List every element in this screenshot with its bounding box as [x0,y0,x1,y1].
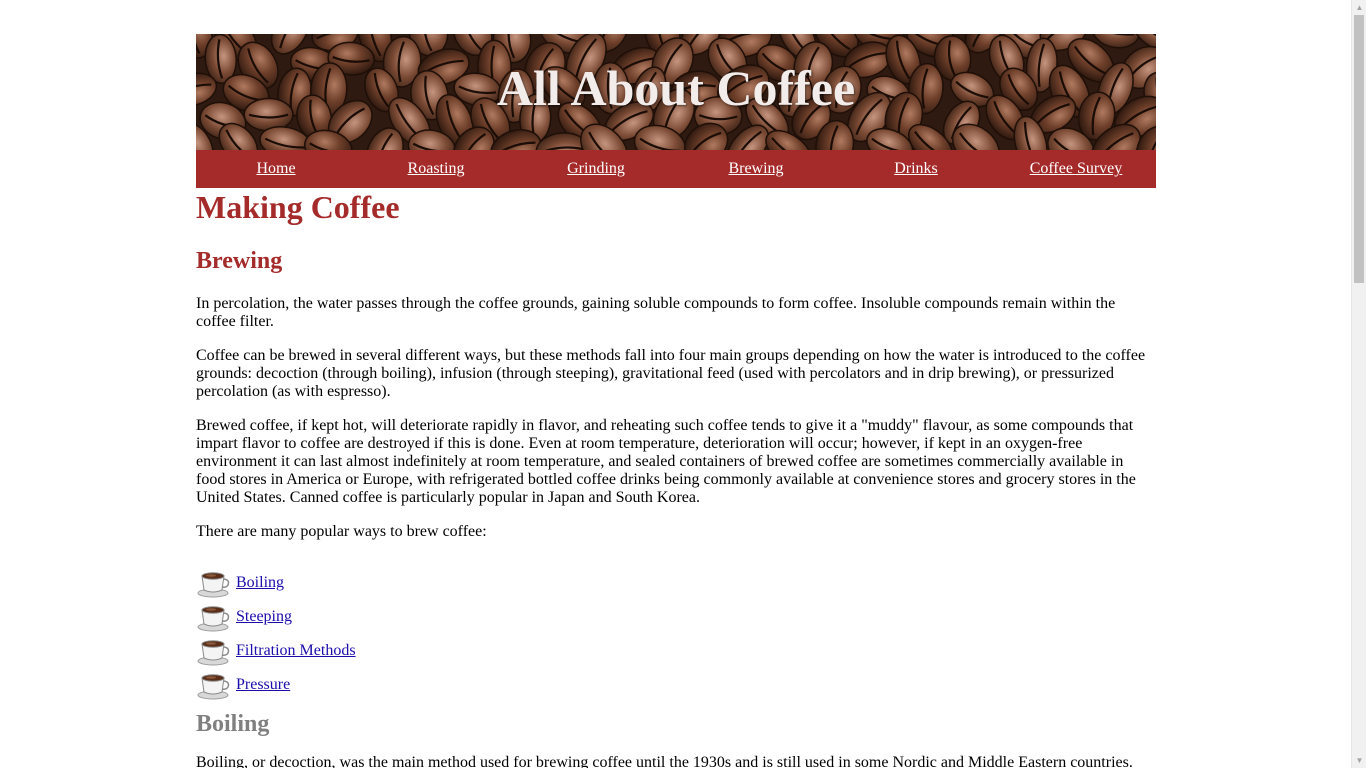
list-item: Pressure [196,660,1156,700]
nav-link-home[interactable]: Home [196,150,356,188]
nav-link-drinks[interactable]: Drinks [836,150,996,188]
method-link-boiling[interactable]: Boiling [236,574,284,592]
scroll-up-arrow-icon[interactable]: ▲ [1352,0,1366,15]
paragraph-percolation: In percolation, the water passes through… [196,295,1116,330]
scroll-down-arrow-icon[interactable]: ▼ [1352,753,1366,768]
nav-link-coffee-survey[interactable]: Coffee Survey [996,150,1156,188]
paragraph-popular-ways: There are many popular ways to brew coff… [196,523,487,540]
method-link-steeping[interactable]: Steeping [236,608,292,626]
method-link-filtration[interactable]: Filtration Methods [236,642,356,660]
paragraph-deterioration: Brewed coffee, if kept hot, will deterio… [196,417,1136,506]
list-item: Boiling [196,558,1156,598]
coffee-cup-icon [196,668,232,700]
nav-link-roasting[interactable]: Roasting [356,150,516,188]
paragraph-boiling: Boiling, or decoction, was the main meth… [196,754,1133,768]
brew-methods-list: Boiling Steeping Filtration Methods Pres… [196,558,1156,700]
coffee-cup-icon [196,634,232,666]
paragraph-brew-methods: Coffee can be brewed in several differen… [196,347,1146,400]
header-banner: All About Coffee [196,34,1156,150]
section-heading-boiling: Boiling [196,711,270,737]
nav-link-grinding[interactable]: Grinding [516,150,676,188]
page-title: Making Coffee [196,189,400,225]
nav-link-brewing[interactable]: Brewing [676,150,836,188]
coffee-cup-icon [196,600,232,632]
main-nav: Home Roasting Grinding Brewing Drinks Co… [196,150,1156,188]
list-item: Filtration Methods [196,626,1156,666]
scrollbar-thumb[interactable] [1354,15,1364,283]
site-title: All About Coffee [496,60,856,116]
list-item: Steeping [196,592,1156,632]
page-container: All About Coffee Home Roasting Grinding … [196,34,1156,768]
vertical-scrollbar[interactable]: ▲ ▼ [1351,0,1366,768]
section-heading-brewing: Brewing [196,248,283,274]
coffee-cup-icon [196,566,232,598]
method-link-pressure[interactable]: Pressure [236,676,290,694]
